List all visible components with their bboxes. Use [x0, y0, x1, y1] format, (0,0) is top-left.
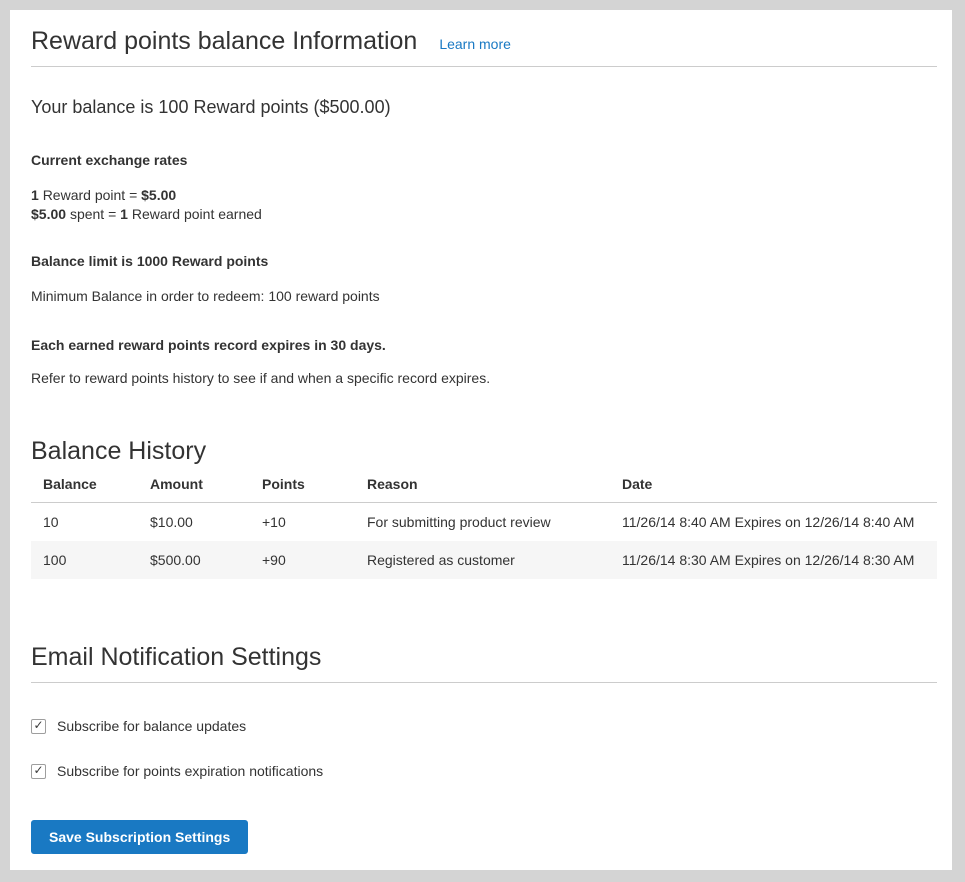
expiration-rule: Each earned reward points record expires…	[31, 336, 937, 355]
cell-points: +10	[250, 503, 355, 542]
subscribe-expiration-label[interactable]: Subscribe for points expiration notifica…	[57, 763, 323, 779]
subscribe-expiration-checkbox[interactable]: ✓	[31, 764, 46, 779]
cell-reason: Registered as customer	[355, 541, 610, 579]
column-header-reason: Reason	[355, 466, 610, 503]
subscribe-balance-checkbox[interactable]: ✓	[31, 719, 46, 734]
header-divider	[31, 66, 937, 67]
cell-amount: $10.00	[138, 503, 250, 542]
column-header-balance: Balance	[31, 466, 138, 503]
exchange-rates-heading: Current exchange rates	[31, 151, 937, 170]
save-subscription-button[interactable]: Save Subscription Settings	[31, 820, 248, 854]
cell-date: 11/26/14 8:30 AM Expires on 12/26/14 8:3…	[610, 541, 937, 579]
column-header-points: Points	[250, 466, 355, 503]
check-icon: ✓	[33, 764, 43, 776]
cell-reason: For submitting product review	[355, 503, 610, 542]
exchange-rates: 1 Reward point = $5.00 $5.00 spent = 1 R…	[31, 186, 937, 224]
subscribe-expiration-option: ✓ Subscribe for points expiration notifi…	[31, 763, 937, 779]
balance-limit: Balance limit is 1000 Reward points	[31, 252, 937, 271]
balance-history-heading: Balance History	[31, 436, 937, 466]
cell-balance: 10	[31, 503, 138, 542]
exchange-rate-spend-ratio: $5.00 spent = 1 Reward point earned	[31, 205, 937, 224]
table-row: 100 $500.00 +90 Registered as customer 1…	[31, 541, 937, 579]
reward-points-card: Reward points balance Information Learn …	[10, 10, 952, 870]
cell-amount: $500.00	[138, 541, 250, 579]
balance-summary: Your balance is 100 Reward points ($500.…	[31, 95, 937, 119]
email-notification-divider	[31, 682, 937, 683]
balance-history-table: Balance Amount Points Reason Date 10 $10…	[31, 466, 937, 579]
cell-date: 11/26/14 8:40 AM Expires on 12/26/14 8:4…	[610, 503, 937, 542]
column-header-amount: Amount	[138, 466, 250, 503]
exchange-rate-earn-ratio: 1 Reward point = $5.00	[31, 186, 937, 205]
cell-balance: 100	[31, 541, 138, 579]
subscribe-balance-label[interactable]: Subscribe for balance updates	[57, 718, 246, 734]
expiration-note: Refer to reward points history to see if…	[31, 369, 937, 388]
page-title: Reward points balance Information	[31, 26, 417, 56]
table-header-row: Balance Amount Points Reason Date	[31, 466, 937, 503]
table-row: 10 $10.00 +10 For submitting product rev…	[31, 503, 937, 542]
minimum-balance: Minimum Balance in order to redeem: 100 …	[31, 287, 937, 306]
cell-points: +90	[250, 541, 355, 579]
column-header-date: Date	[610, 466, 937, 503]
page-header: Reward points balance Information Learn …	[31, 26, 937, 56]
check-icon: ✓	[33, 719, 43, 731]
learn-more-link[interactable]: Learn more	[439, 36, 511, 52]
email-notification-heading: Email Notification Settings	[31, 642, 937, 672]
subscribe-balance-option: ✓ Subscribe for balance updates	[31, 718, 937, 734]
